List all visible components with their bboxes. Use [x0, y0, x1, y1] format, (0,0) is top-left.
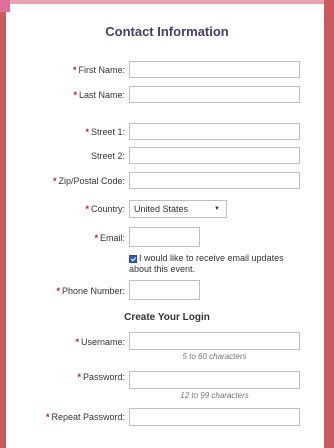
required-marker: *: [52, 176, 57, 186]
last-name-label: * Last Name:: [73, 90, 125, 100]
repeat-password-label: * Repeat Password:: [45, 412, 125, 422]
country-label: * Country:: [85, 204, 125, 214]
dropdown-arrow-icon: ▼: [214, 206, 220, 212]
required-marker: *: [77, 372, 81, 382]
email-updates-checkbox[interactable]: [129, 255, 137, 263]
username-label: * Username:: [75, 337, 125, 347]
first-name-input[interactable]: [129, 61, 300, 78]
password-input[interactable]: [129, 371, 300, 389]
login-section-title: Create Your Login: [124, 312, 210, 323]
frame-corner: [0, 0, 10, 12]
email-input[interactable]: [129, 227, 200, 247]
username-input[interactable]: [129, 332, 300, 350]
password-hint: 12 to 99 characters: [180, 391, 249, 400]
street1-label: * Street 1:: [85, 127, 125, 137]
email-updates-text-line1: I would like to receive email updates: [139, 253, 284, 263]
required-marker: *: [45, 412, 50, 422]
required-marker: *: [85, 127, 89, 137]
repeat-password-input[interactable]: [129, 408, 300, 426]
street2-input[interactable]: [129, 147, 300, 164]
page-title: Contact Information: [105, 24, 229, 39]
zip-input[interactable]: [129, 172, 300, 189]
phone-input[interactable]: [129, 280, 200, 300]
required-marker: *: [75, 337, 79, 347]
first-name-label: * First Name:: [72, 65, 125, 75]
last-name-input[interactable]: [129, 86, 300, 103]
street2-label: Street 2:: [90, 151, 125, 161]
required-marker: *: [73, 90, 77, 100]
frame-right: [324, 0, 334, 448]
frame-top: [0, 0, 334, 4]
email-updates-text-line2: about this event.: [129, 264, 196, 274]
country-select[interactable]: United States ▼: [129, 200, 227, 218]
street1-input[interactable]: [129, 123, 300, 140]
required-marker: *: [56, 286, 60, 296]
required-marker: *: [94, 233, 98, 243]
zip-label: * Zip/Postal Code:: [52, 176, 125, 186]
required-marker: *: [72, 65, 77, 75]
email-label: * Email:: [94, 233, 125, 243]
username-hint: 5 to 60 characters: [182, 352, 247, 361]
required-marker: *: [85, 204, 89, 214]
phone-label: * Phone Number:: [56, 286, 125, 296]
frame-left: [0, 0, 6, 448]
password-label: * Password:: [77, 372, 125, 382]
